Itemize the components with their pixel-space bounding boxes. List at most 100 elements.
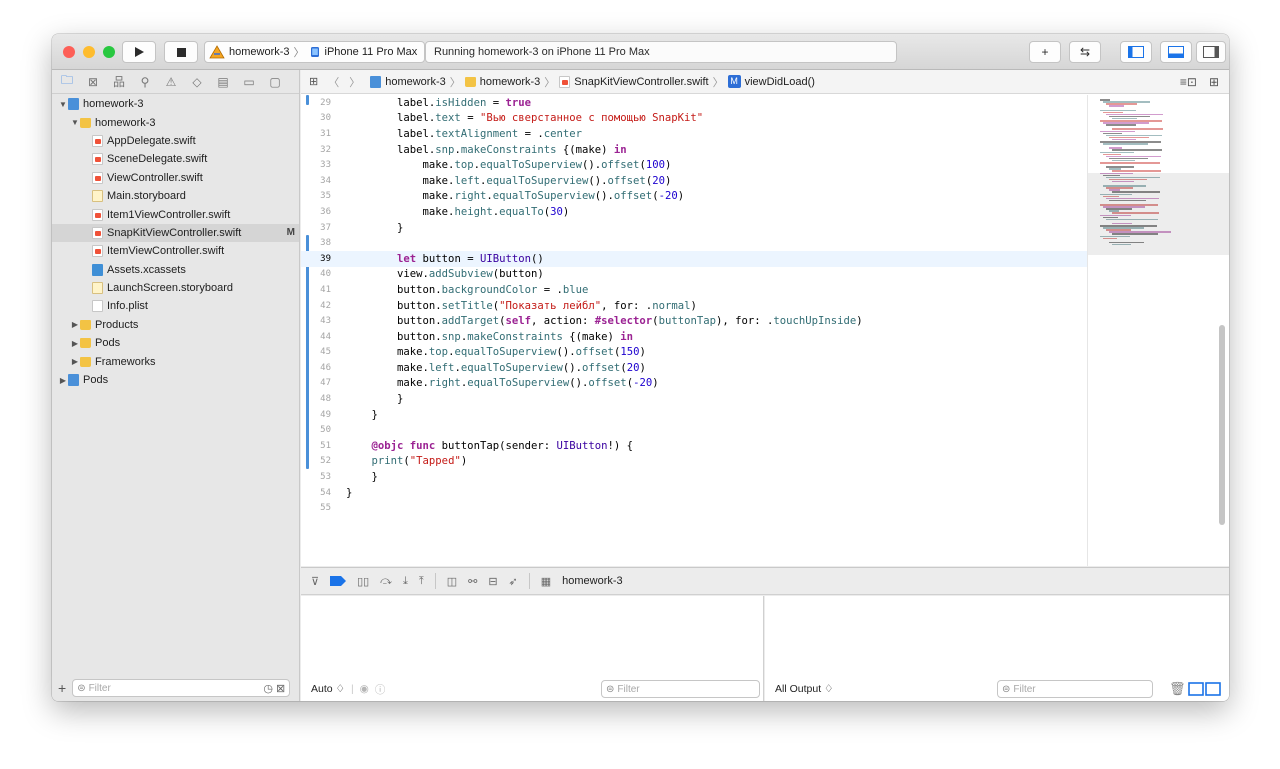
line-number[interactable]: 42 [301,301,337,311]
code-line[interactable]: 49 } [301,407,1087,423]
file-tree-row[interactable]: LaunchScreen.storyboard [52,279,299,297]
file-tree-row[interactable]: Item1ViewController.swift [52,205,299,223]
code-line[interactable]: 38 [301,235,1087,251]
code-line[interactable]: 51 @objc func buttonTap(sender: UIButton… [301,438,1087,454]
toggle-navigator-button[interactable] [1120,41,1152,63]
code-line[interactable]: 48 } [301,391,1087,407]
line-number[interactable]: 51 [301,441,337,451]
file-tree-row[interactable]: Info.plist [52,297,299,315]
split-view-icon[interactable] [1188,682,1222,696]
debug-icon[interactable]: ▤ [216,75,230,89]
line-number[interactable]: 29 [301,98,337,108]
search-icon[interactable]: ⚲ [138,75,152,89]
line-number[interactable]: 36 [301,207,337,217]
code-line[interactable]: 53 } [301,469,1087,485]
toggle-inspector-button[interactable] [1196,41,1226,63]
line-number[interactable]: 34 [301,176,337,186]
code-line[interactable]: 46 make.left.equalToSuperview().offset(2… [301,360,1087,376]
code-line[interactable]: 37 } [301,220,1087,236]
code-text-area[interactable]: 29 label.isHidden = true 30 label.text = … [301,95,1087,566]
line-number[interactable]: 39 [301,254,337,264]
breakpoint-icon[interactable]: ▭ [242,75,256,89]
code-line[interactable]: 33 make.top.equalToSuperview().offset(10… [301,157,1087,173]
code-line[interactable]: 39 let button = UIButton() [301,250,1087,267]
code-line[interactable]: 42 button.setTitle("Показать лейбл", for… [301,298,1087,314]
code-line[interactable]: 29 label.isHidden = true [301,95,1087,111]
forward-icon[interactable]: 〉 [349,74,360,90]
code-line[interactable]: 35 make.right.equalToSuperview().offset(… [301,189,1087,205]
line-number[interactable]: 41 [301,285,337,295]
file-tree-row[interactable]: Main.storyboard [52,187,299,205]
jump-project[interactable]: homework-3 [385,76,446,88]
test-icon[interactable]: ◇ [190,75,204,89]
file-tree-row[interactable]: ▶ Products [52,316,299,334]
console-filter-field[interactable]: ⊜ Filter [997,680,1153,698]
location-icon[interactable]: ➶ [509,575,518,588]
line-number[interactable]: 33 [301,160,337,170]
report-icon[interactable]: ▢ [268,75,282,89]
disclosure-closed-icon[interactable]: ▶ [70,320,80,329]
step-over-icon[interactable]: ⤼ [380,575,392,588]
code-line[interactable]: 40 view.addSubview(button) [301,267,1087,283]
code-line[interactable]: 31 label.textAlignment = .center [301,126,1087,142]
warning-icon[interactable]: ⚠ [164,75,178,89]
library-button[interactable]: + [1029,41,1061,63]
toggle-debug-area-button[interactable] [1160,41,1192,63]
console-view[interactable]: All Output ♢ ⊜ Filter 🗑 [765,596,1229,701]
file-tree-row[interactable]: ▼ homework-3 [52,95,299,113]
file-tree-row[interactable]: SnapKitViewController.swift M [52,223,299,243]
line-number[interactable]: 46 [301,363,337,373]
view-hierarchy-icon[interactable]: ◫ [447,575,457,588]
line-number[interactable]: 31 [301,129,337,139]
editor-scrollbar[interactable] [1219,325,1225,525]
line-number[interactable]: 55 [301,503,337,513]
hide-debug-icon[interactable]: ⊽ [311,575,319,588]
pause-icon[interactable]: ▯▯ [357,575,369,588]
line-number[interactable]: 47 [301,378,337,388]
source-control-icon[interactable]: ⊠ [86,75,100,89]
line-number[interactable]: 52 [301,456,337,466]
file-tree-row[interactable]: ▼ homework-3 [52,113,299,131]
code-line[interactable]: 47 make.right.equalToSuperview().offset(… [301,376,1087,392]
file-tree-row[interactable]: ▶ Frameworks [52,352,299,370]
memory-graph-icon[interactable]: ⚯ [468,575,477,588]
hierarchy-icon[interactable]: 品 [112,73,126,90]
code-line[interactable]: 50 [301,422,1087,438]
file-tree-row[interactable]: SceneDelegate.swift [52,150,299,168]
back-icon[interactable]: 〈 [328,74,339,90]
line-number[interactable]: 30 [301,113,337,123]
editor-options-icon[interactable]: ≡⊡ [1180,75,1197,89]
code-line[interactable]: 43 button.addTarget(self, action: #selec… [301,313,1087,329]
related-items-icon[interactable]: ⊞ [309,75,318,88]
code-line[interactable]: 45 make.top.equalToSuperview().offset(15… [301,345,1087,361]
line-number[interactable]: 54 [301,488,337,498]
code-line[interactable]: 34 make.left.equalToSuperview().offset(2… [301,173,1087,189]
line-number[interactable]: 53 [301,472,337,482]
quick-look-icon[interactable]: ◉ [360,683,369,695]
code-line[interactable]: 36 make.height.equalTo(30) [301,204,1087,220]
disclosure-closed-icon[interactable]: ▶ [70,339,80,348]
line-number[interactable]: 38 [301,238,337,248]
trash-icon[interactable]: 🗑 [1169,681,1186,697]
disclosure-open-icon[interactable]: ▼ [58,100,68,109]
variables-filter-field[interactable]: ⊜ Filter [601,680,760,698]
code-line[interactable]: 32 label.snp.makeConstraints {(make) in [301,142,1087,158]
code-line[interactable]: 30 label.text = "Вью сверстанное с помощ… [301,111,1087,127]
scheme-selector[interactable]: homework-3 〉 iPhone 11 Pro Max [204,41,425,63]
disclosure-closed-icon[interactable]: ▶ [58,376,68,385]
line-number[interactable]: 40 [301,269,337,279]
file-tree-row[interactable]: ▶ Pods [52,371,299,389]
code-review-button[interactable]: ⇆ [1069,41,1101,63]
run-button[interactable] [122,41,156,63]
code-line[interactable]: 41 button.backgroundColor = .blue [301,282,1087,298]
line-number[interactable]: 49 [301,410,337,420]
environment-icon[interactable]: ⊟ [488,575,497,588]
minimap-visible-region[interactable] [1088,173,1229,255]
folder-icon[interactable]: 🗀 [60,71,74,92]
line-number[interactable]: 48 [301,394,337,404]
code-line[interactable]: 54} [301,485,1087,501]
zoom-window-button[interactable] [103,46,115,58]
file-tree-row[interactable]: ItemViewController.swift [52,242,299,260]
scope-selector[interactable]: Auto ♢ [311,683,345,695]
close-window-button[interactable] [63,46,75,58]
